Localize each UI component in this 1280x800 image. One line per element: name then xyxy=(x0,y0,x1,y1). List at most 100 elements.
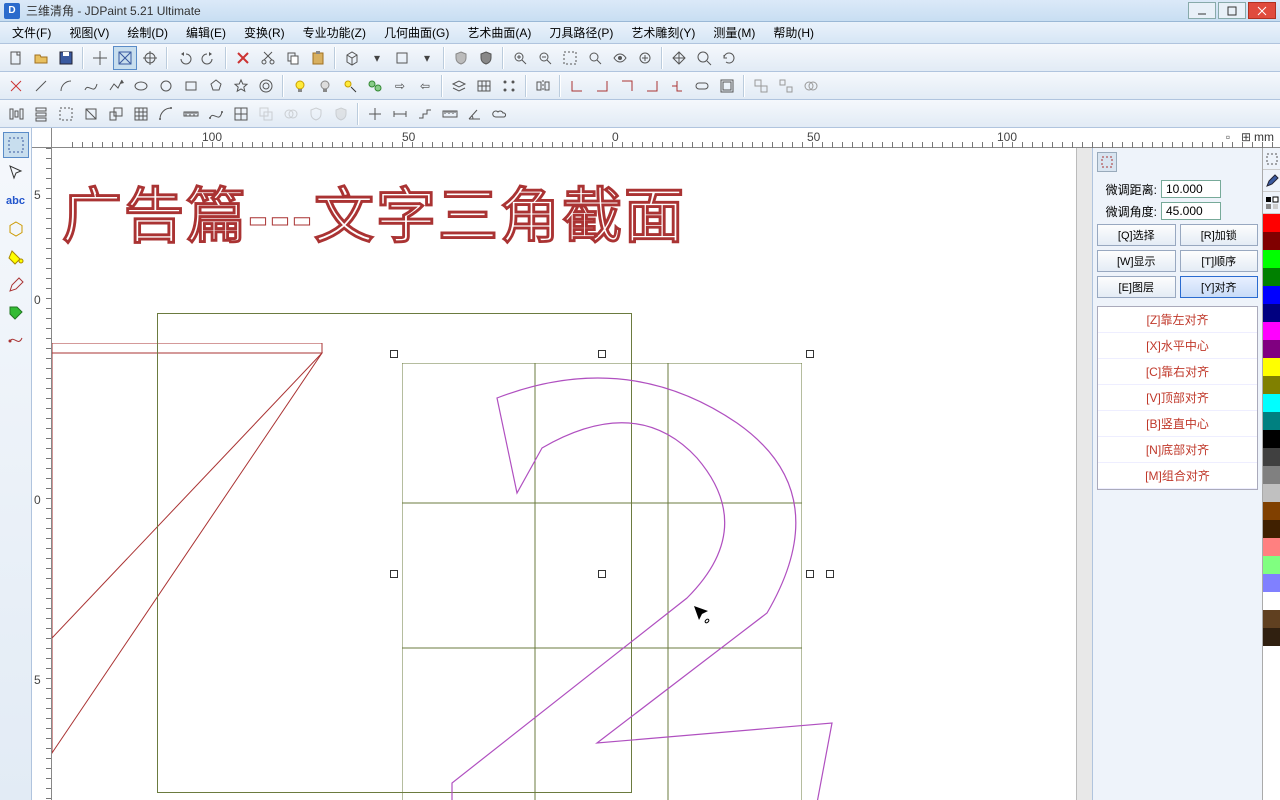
rect-icon[interactable] xyxy=(179,74,203,98)
polygon-icon[interactable] xyxy=(204,74,228,98)
color-swatch[interactable] xyxy=(1263,592,1280,610)
ruler-t-icon[interactable] xyxy=(438,102,462,126)
color-swatch[interactable] xyxy=(1263,430,1280,448)
mirror-icon[interactable] xyxy=(531,74,555,98)
corner-e-icon[interactable] xyxy=(665,74,689,98)
measure-icon[interactable] xyxy=(179,102,203,126)
cut-icon[interactable] xyxy=(256,46,280,70)
zoom-window-icon[interactable] xyxy=(558,46,582,70)
arc-t-icon[interactable] xyxy=(154,102,178,126)
hex-tool-icon[interactable] xyxy=(3,216,29,242)
zoom-in-icon[interactable] xyxy=(508,46,532,70)
canvas[interactable]: 广告篇---文字三角截面 xyxy=(52,148,1076,800)
copy-icon[interactable] xyxy=(281,46,305,70)
delete-icon[interactable] xyxy=(231,46,255,70)
view-extent-icon[interactable] xyxy=(633,46,657,70)
menu-toolpath[interactable]: 刀具路径(P) xyxy=(541,22,621,43)
shield-t-icon[interactable] xyxy=(304,102,328,126)
align-v-icon[interactable] xyxy=(4,102,28,126)
view-eye-icon[interactable] xyxy=(608,46,632,70)
shield-off-icon[interactable] xyxy=(449,46,473,70)
undo-icon[interactable] xyxy=(172,46,196,70)
pointer-tool-icon[interactable] xyxy=(3,160,29,186)
selection-handle[interactable] xyxy=(598,570,606,578)
align-h-icon[interactable] xyxy=(29,102,53,126)
circle-icon[interactable] xyxy=(129,74,153,98)
menu-view[interactable]: 视图(V) xyxy=(61,22,117,43)
selection-handle[interactable] xyxy=(390,350,398,358)
menu-measure[interactable]: 测量(M) xyxy=(705,22,763,43)
selection-handle[interactable] xyxy=(598,350,606,358)
menu-art[interactable]: 艺术曲面(A) xyxy=(459,22,539,43)
paste-icon[interactable] xyxy=(306,46,330,70)
extend-icon[interactable] xyxy=(229,102,253,126)
color-swatch[interactable] xyxy=(1263,538,1280,556)
angle-icon[interactable] xyxy=(463,102,487,126)
node-tool-icon[interactable] xyxy=(3,328,29,354)
swatch-icon[interactable] xyxy=(1263,192,1280,214)
corner-d-icon[interactable] xyxy=(640,74,664,98)
align-bottom[interactable]: [N]底部对齐 xyxy=(1098,437,1257,463)
arc-icon[interactable] xyxy=(54,74,78,98)
snap-icon[interactable] xyxy=(88,46,112,70)
star-icon[interactable] xyxy=(229,74,253,98)
distribute-icon[interactable] xyxy=(54,102,78,126)
btn-select[interactable]: [Q]选择 xyxy=(1097,224,1176,246)
menu-file[interactable]: 文件(F) xyxy=(4,22,59,43)
insert-icon[interactable]: ⇨ xyxy=(388,74,412,98)
shield-on-icon[interactable] xyxy=(474,46,498,70)
ruler-opt-a-icon[interactable]: ▫ xyxy=(1220,129,1236,145)
color-swatch[interactable] xyxy=(1263,466,1280,484)
align-group[interactable]: [M]组合对齐 xyxy=(1098,463,1257,489)
color-swatch[interactable] xyxy=(1263,250,1280,268)
menu-geom[interactable]: 几何曲面(G) xyxy=(376,22,457,43)
group-a-icon[interactable] xyxy=(363,74,387,98)
dim-h-icon[interactable] xyxy=(388,102,412,126)
color-swatch[interactable] xyxy=(1263,448,1280,466)
btn-align[interactable]: [Y]对齐 xyxy=(1180,276,1259,298)
refresh-icon[interactable] xyxy=(717,46,741,70)
join-icon[interactable] xyxy=(749,74,773,98)
ruler-opt-b-icon[interactable]: ⊞ xyxy=(1238,129,1254,145)
ellipse-icon[interactable] xyxy=(154,74,178,98)
pen-tool-icon[interactable] xyxy=(3,272,29,298)
selection-handle[interactable] xyxy=(806,570,814,578)
color-swatch[interactable] xyxy=(1263,394,1280,412)
point-icon[interactable] xyxy=(4,74,28,98)
scale-icon[interactable] xyxy=(104,102,128,126)
panel-tab-transform[interactable] xyxy=(1097,152,1117,172)
cloud-icon[interactable] xyxy=(488,102,512,126)
eyedropper-icon[interactable] xyxy=(1263,148,1280,170)
slot-icon[interactable] xyxy=(690,74,714,98)
bulb-select-icon[interactable] xyxy=(338,74,362,98)
array-icon[interactable] xyxy=(497,74,521,98)
color-swatch[interactable] xyxy=(1263,484,1280,502)
weld-icon[interactable] xyxy=(799,74,823,98)
extract-icon[interactable]: ⇦ xyxy=(413,74,437,98)
vertical-scrollbar[interactable] xyxy=(1076,148,1092,800)
pan-icon[interactable] xyxy=(667,46,691,70)
line-icon[interactable] xyxy=(29,74,53,98)
color-swatch[interactable] xyxy=(1263,304,1280,322)
color-swatch[interactable] xyxy=(1263,268,1280,286)
btn-lock[interactable]: [R]加锁 xyxy=(1180,224,1259,246)
box3d-icon[interactable] xyxy=(340,46,364,70)
table-icon[interactable] xyxy=(472,74,496,98)
menu-draw[interactable]: 绘制(D) xyxy=(119,22,176,43)
ring-icon[interactable] xyxy=(254,74,278,98)
bulb-on-icon[interactable] xyxy=(288,74,312,98)
nudge-angle-input[interactable] xyxy=(1161,202,1221,220)
btn-order[interactable]: [T]顺序 xyxy=(1180,250,1259,272)
cube-icon[interactable] xyxy=(390,46,414,70)
color-swatch[interactable] xyxy=(1263,412,1280,430)
align-left[interactable]: [Z]靠左对齐 xyxy=(1098,307,1257,333)
nudge-distance-input[interactable] xyxy=(1161,180,1221,198)
tag-tool-icon[interactable] xyxy=(3,300,29,326)
frame-icon[interactable] xyxy=(715,74,739,98)
step-icon[interactable] xyxy=(413,102,437,126)
new-icon[interactable] xyxy=(4,46,28,70)
minimize-button[interactable] xyxy=(1188,2,1216,19)
align-right[interactable]: [C]靠右对齐 xyxy=(1098,359,1257,385)
origin-icon[interactable] xyxy=(363,102,387,126)
save-icon[interactable] xyxy=(54,46,78,70)
